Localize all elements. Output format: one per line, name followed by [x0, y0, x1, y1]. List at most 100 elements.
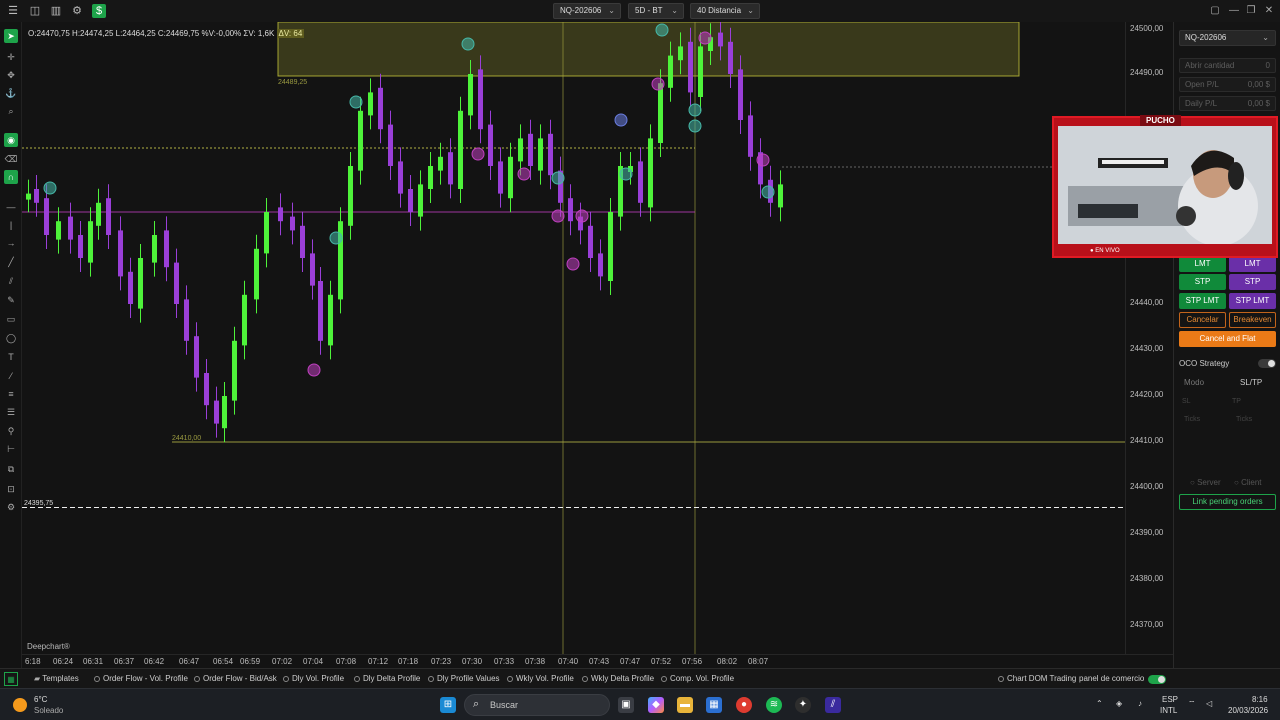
compare-icon[interactable]: ◫ — [28, 4, 42, 18]
bar-chart-icon[interactable]: ▥ — [49, 4, 63, 18]
timeframe-select[interactable]: 5D - BT ⌄ — [628, 3, 684, 19]
start-icon[interactable]: ⊞ — [440, 697, 456, 713]
lang-2[interactable]: INTL — [1160, 706, 1177, 715]
server-radio[interactable]: ○ Server — [1190, 478, 1221, 487]
taskbar-search[interactable]: ⌕ Buscar — [464, 694, 610, 716]
price-chart[interactable]: O:24470,75 H:24474,25 L:24464,25 C:24469… — [22, 22, 1125, 654]
deepchart-app-icon[interactable]: ⫽ — [825, 697, 841, 713]
fib-tool-icon[interactable]: ≡ — [4, 387, 18, 401]
oco-strategy-label: OCO Strategy — [1179, 359, 1230, 368]
indicator-toggle[interactable]: Wkly Vol. Profile — [507, 674, 574, 683]
channel-tool-icon[interactable]: ⫽ — [4, 274, 18, 288]
tray-chevron-icon[interactable]: ⌃ — [1096, 699, 1103, 708]
cancel-and-flat-button[interactable]: Cancel and Flat — [1179, 331, 1276, 347]
modo-value[interactable]: SL/TP — [1240, 378, 1262, 387]
cursor-tool-icon[interactable]: ➤ — [4, 29, 18, 43]
vline-tool-icon[interactable]: | — [4, 218, 18, 232]
clock-date[interactable]: 20/03/2026 — [1228, 706, 1268, 715]
indicator-toggle[interactable]: Dly Profile Values — [428, 674, 500, 683]
indicator-toggle[interactable]: Comp. Vol. Profile — [661, 674, 734, 683]
chrome-icon[interactable]: ● — [736, 697, 752, 713]
breakeven-button[interactable]: Breakeven — [1229, 312, 1276, 328]
distance-select[interactable]: 40 Distancia ⌄ — [690, 3, 760, 19]
buy-lmt-button[interactable]: LMT — [1179, 256, 1226, 272]
chevron-down-icon: ⌄ — [747, 6, 754, 15]
indicator-toggle[interactable]: Dly Delta Profile — [354, 674, 420, 683]
move-tool-icon[interactable]: ✥ — [4, 68, 18, 82]
store-icon[interactable]: ▦ — [706, 697, 722, 713]
oco-strategy-toggle[interactable] — [1258, 359, 1276, 368]
brush-tool-icon[interactable]: ⁄ — [4, 369, 18, 383]
sell-stp-lmt-button[interactable]: STP LMT — [1229, 293, 1276, 309]
buy-stp-lmt-button[interactable]: STP LMT — [1179, 293, 1226, 309]
client-radio[interactable]: ○ Client — [1234, 478, 1262, 487]
time-tick-label: 07:18 — [398, 657, 419, 666]
crosshair-tool-icon[interactable]: ✛ — [4, 50, 18, 64]
ray-tool-icon[interactable]: → — [4, 236, 18, 250]
text-tool-icon[interactable]: T — [4, 350, 18, 364]
eraser-tool-icon[interactable]: ⌫ — [4, 152, 18, 166]
price-tick-label: 24390,00 — [1130, 528, 1164, 537]
time-tick-label: 06:37 — [114, 657, 135, 666]
panel-toggle-icon[interactable]: ▢ — [1208, 4, 1222, 18]
candle-body — [598, 253, 603, 277]
close-icon[interactable]: ✕ — [1262, 4, 1276, 18]
sl-label: SL — [1182, 398, 1191, 405]
layers-tool-icon[interactable]: ⧉ — [4, 462, 18, 476]
layout-icon[interactable]: ▦ — [4, 672, 18, 686]
stamp-tool-icon[interactable]: ⚲ — [4, 424, 18, 438]
trading-panel-toggle[interactable] — [1148, 675, 1166, 684]
indicator-label: Dly Vol. Profile — [292, 674, 345, 683]
templates-button[interactable]: ▰ Templates — [34, 674, 79, 683]
rectangle-tool-icon[interactable]: ▭ — [4, 312, 18, 326]
indicator-toggle[interactable]: Dly Vol. Profile — [283, 674, 344, 683]
tray-mic-icon[interactable]: ♪ — [1138, 699, 1142, 708]
gear-tool-icon[interactable]: ⚙ — [4, 500, 18, 514]
cancel-button[interactable]: Cancelar — [1179, 312, 1226, 328]
candle-body — [214, 400, 219, 424]
tray-volume-icon[interactable]: ◁ — [1206, 699, 1212, 708]
sell-lmt-button[interactable]: LMT — [1229, 256, 1276, 272]
tray-wifi-icon[interactable]: ⌔ — [1188, 699, 1196, 709]
sell-stp-button[interactable]: STP — [1229, 274, 1276, 290]
panel-instrument-select[interactable]: NQ-202606 ⌄ — [1179, 30, 1276, 46]
time-tick-label: 07:43 — [589, 657, 610, 666]
file-explorer-icon[interactable]: ▬ — [677, 697, 693, 713]
visibility-tool-icon[interactable]: ◉ — [4, 133, 18, 147]
zoom-tool-icon[interactable]: ⌕ — [4, 104, 18, 118]
minimize-icon[interactable]: — — [1227, 4, 1241, 18]
open-qty-field[interactable]: Abrir cantidad 0 — [1179, 58, 1276, 73]
time-axis[interactable]: 6:18 06:24 06:31 06:37 06:42 06:47 06:54 06:59 0… — [22, 654, 1173, 668]
lang-1[interactable]: ESP — [1162, 695, 1178, 704]
menu-icon[interactable]: ☰ — [6, 4, 20, 18]
chart-dom-radio-icon — [998, 676, 1004, 682]
lock-tool-icon[interactable]: ⊡ — [4, 482, 18, 496]
maximize-icon[interactable]: ❐ — [1244, 4, 1258, 18]
ellipse-tool-icon[interactable]: ◯ — [4, 331, 18, 345]
magnet-tool-icon[interactable]: ∩ — [4, 170, 18, 184]
pencil-tool-icon[interactable]: ✎ — [4, 293, 18, 307]
indicator-toggle[interactable]: Wkly Delta Profile — [582, 674, 654, 683]
dollar-icon[interactable]: $ — [92, 4, 106, 18]
anchor-tool-icon[interactable]: ⚓ — [4, 86, 18, 100]
task-view-icon[interactable]: ▣ — [618, 697, 634, 713]
indicator-toggle[interactable]: Order Flow - Vol. Profile — [94, 674, 188, 683]
trendline-tool-icon[interactable]: ╱ — [4, 255, 18, 269]
hline-tool-icon[interactable]: — — [4, 200, 18, 214]
spotify-icon[interactable]: ≋ — [766, 697, 782, 713]
weather-icon[interactable] — [13, 698, 27, 712]
time-tick-label: 07:04 — [303, 657, 324, 666]
clock-time[interactable]: 8:16 — [1252, 695, 1268, 704]
settings-icon[interactable]: ⚙ — [70, 4, 84, 18]
measure-tool-icon[interactable]: ⊢ — [4, 442, 18, 456]
copilot-icon[interactable]: ◆ — [648, 697, 664, 713]
list-tool-icon[interactable]: ☰ — [4, 405, 18, 419]
app-icon[interactable]: ✦ — [795, 697, 811, 713]
instrument-select[interactable]: NQ-202606 ⌄ — [553, 3, 621, 19]
link-pending-orders-button[interactable]: Link pending orders — [1179, 494, 1276, 510]
tray-network-icon[interactable]: ◈ — [1116, 699, 1122, 708]
indicator-toggle[interactable]: Order Flow - Bid/Ask — [194, 674, 277, 683]
chart-dom-trading-toggle[interactable]: Chart DOM Trading — [998, 674, 1076, 683]
buy-stp-button[interactable]: STP — [1179, 274, 1226, 290]
chart-canvas[interactable] — [22, 22, 1125, 654]
